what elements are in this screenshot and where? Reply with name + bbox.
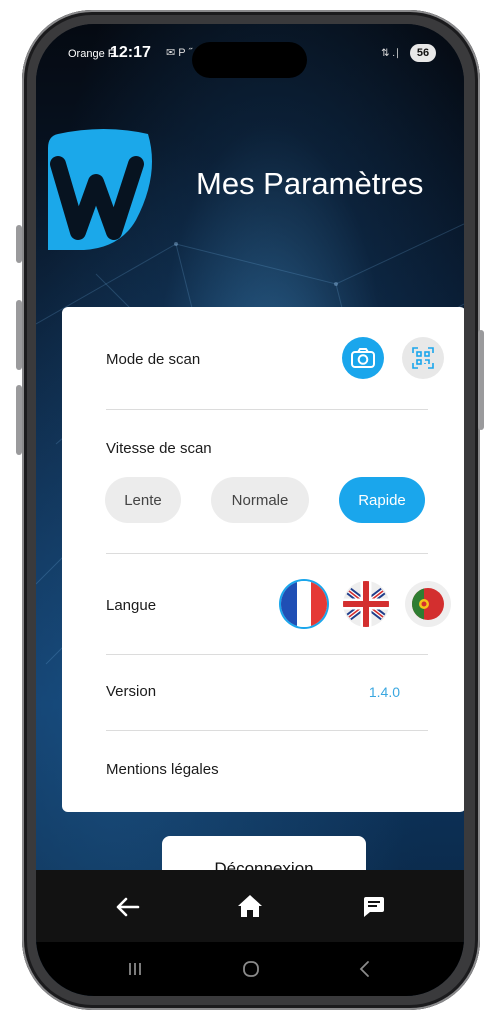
home-icon xyxy=(238,895,262,917)
system-home-icon xyxy=(243,961,259,977)
carrier-label: Orange F xyxy=(68,48,115,60)
recent-apps-button[interactable] xyxy=(120,954,150,984)
system-home-button[interactable] xyxy=(236,954,266,984)
home-button[interactable] xyxy=(230,888,270,924)
divider xyxy=(106,730,428,731)
speed-normal-button[interactable]: Normale xyxy=(211,477,309,523)
divider xyxy=(106,409,428,410)
system-back-icon xyxy=(359,961,369,977)
app-logo xyxy=(48,129,152,250)
version-value: 1.4.0 xyxy=(368,684,400,700)
notification-icons: ✉ P ˝ xyxy=(166,47,193,59)
divider xyxy=(106,553,428,554)
qr-scan-icon xyxy=(412,347,434,369)
back-arrow-icon xyxy=(116,897,140,917)
flag-portugal-icon xyxy=(405,581,451,627)
system-back-button[interactable] xyxy=(350,954,380,984)
scan-mode-camera-button[interactable] xyxy=(342,337,384,379)
recent-apps-icon xyxy=(129,963,141,975)
app-bottom-nav xyxy=(36,870,464,942)
speed-fast-button[interactable]: Rapide xyxy=(339,477,425,523)
back-button[interactable] xyxy=(108,890,148,924)
language-english-button[interactable] xyxy=(343,581,389,627)
clock: 12:17 xyxy=(110,44,151,61)
chat-icon xyxy=(364,897,384,917)
language-portuguese-button[interactable] xyxy=(405,581,451,627)
settings-card: Mode de scan Vitesse de scan Lente Norma… xyxy=(62,307,464,812)
dynamic-island xyxy=(192,42,307,78)
phone-action-button xyxy=(16,225,22,263)
language-french-button[interactable] xyxy=(281,581,327,627)
flag-uk-icon xyxy=(343,581,389,627)
legal-notice-link[interactable]: Mentions légales xyxy=(106,761,219,778)
system-nav-bar xyxy=(36,942,464,996)
battery-icon: 56 xyxy=(410,44,436,62)
page-title: Mes Paramètres xyxy=(196,166,424,201)
chat-button[interactable] xyxy=(354,890,394,924)
status-bar: Orange F 12:17 ✉ P ˝ ⇅ .∣ 56 xyxy=(36,24,464,80)
scan-speed-label: Vitesse de scan xyxy=(106,440,212,457)
divider xyxy=(106,654,428,655)
scan-mode-qr-button[interactable] xyxy=(402,337,444,379)
phone-volume-down xyxy=(16,385,22,455)
flag-france-icon xyxy=(281,581,327,627)
camera-icon xyxy=(351,348,375,368)
phone-power-button xyxy=(478,330,484,430)
phone-volume-up xyxy=(16,300,22,370)
language-label: Langue xyxy=(106,597,157,614)
speed-slow-button[interactable]: Lente xyxy=(105,477,181,523)
scan-mode-label: Mode de scan xyxy=(106,351,201,368)
version-label: Version xyxy=(106,683,157,700)
signal-icon: ⇅ .∣ xyxy=(381,48,400,59)
app-screen: Orange F 12:17 ✉ P ˝ ⇅ .∣ 56 Mes Paramèt… xyxy=(36,24,464,996)
